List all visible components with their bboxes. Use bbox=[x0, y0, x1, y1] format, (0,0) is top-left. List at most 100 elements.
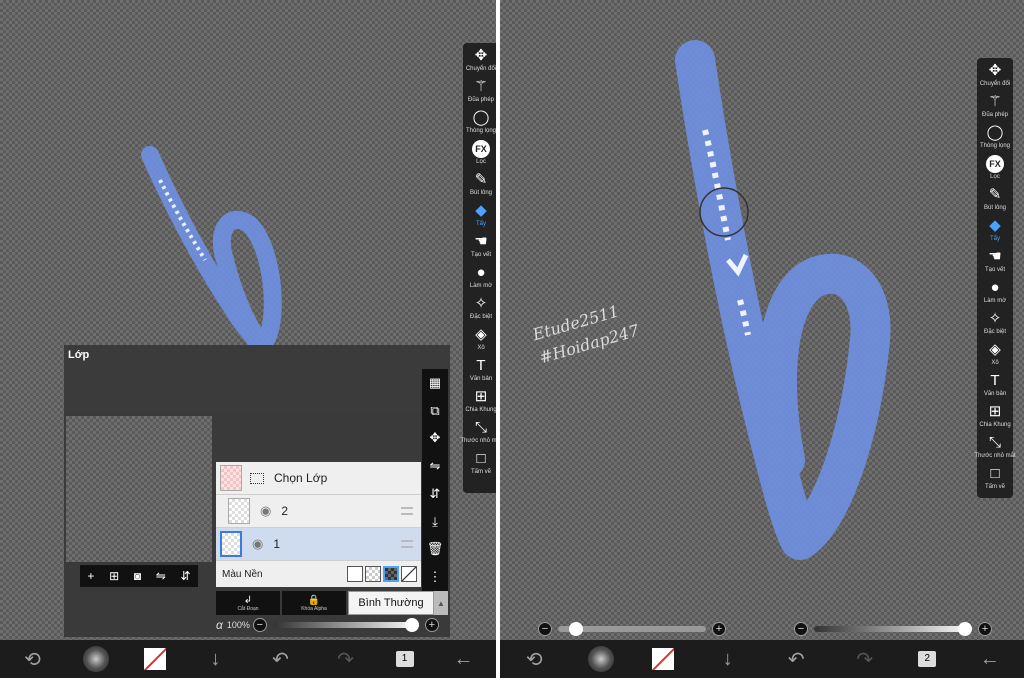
special-tool[interactable]: ✧ Đặc biệt bbox=[463, 295, 496, 326]
lock-icon: 🔒 bbox=[307, 594, 321, 606]
filter-icon: FX bbox=[472, 140, 490, 158]
layers-count[interactable]: 2 bbox=[918, 651, 937, 667]
canvas-tool[interactable]: □ Tấm vẽ bbox=[463, 450, 496, 481]
transform-icon[interactable]: ⧉ bbox=[430, 403, 439, 419]
move-icon[interactable]: ✥ bbox=[430, 430, 441, 446]
brush-opacity-slider-knob[interactable] bbox=[958, 622, 972, 636]
layer-row[interactable]: ◉ 1 bbox=[216, 528, 421, 561]
magic-wand-tool-label: Đũa phép bbox=[467, 97, 495, 103]
chevron-up-icon[interactable]: ▲ bbox=[434, 591, 448, 615]
eyedropper-tool[interactable]: ⤡ Thước nhỏ mắt bbox=[974, 434, 1015, 465]
camera-icon[interactable]: ◙ bbox=[134, 569, 141, 583]
eye-icon[interactable]: ◉ bbox=[252, 536, 263, 552]
eraser-tool[interactable]: ◆ Tẩy bbox=[463, 202, 496, 233]
smudge-tool[interactable]: ☚ Tạo vết bbox=[977, 248, 1013, 279]
blur-tool[interactable]: ● Làm mờ bbox=[977, 279, 1013, 310]
eyedropper-icon: ⤡ bbox=[988, 434, 1001, 451]
filter-tool-label: Lọc bbox=[476, 159, 486, 165]
move-tool[interactable]: ✥ Chuyển đổi bbox=[463, 47, 496, 78]
filter-tool[interactable]: FX Lọc bbox=[977, 155, 1013, 186]
fill-tool[interactable]: ◈ Xô bbox=[463, 326, 496, 357]
minus-icon[interactable]: − bbox=[794, 622, 808, 636]
select-layer-label: Chọn Lớp bbox=[274, 471, 328, 485]
background-none-swatch[interactable] bbox=[401, 566, 417, 582]
fill-tool[interactable]: ◈ Xô bbox=[977, 341, 1013, 372]
text-tool[interactable]: T Văn bản bbox=[977, 372, 1013, 403]
filter-tool-label: Lọc bbox=[990, 174, 1000, 180]
flip-horizontal-icon[interactable]: ⇋ bbox=[156, 569, 166, 583]
merge-down-icon[interactable]: ⤓ bbox=[432, 514, 438, 530]
checker-icon[interactable]: ▦ bbox=[429, 375, 441, 391]
flip-vertical-icon[interactable]: ⇵ bbox=[430, 486, 441, 502]
layer-panel-title: Lớp bbox=[68, 349, 90, 361]
background-checker-swatch[interactable] bbox=[365, 566, 381, 582]
special-tool[interactable]: ✧ Đặc biệt bbox=[977, 310, 1013, 341]
frame-tool[interactable]: ⊞ Chia Khung bbox=[977, 403, 1013, 434]
brush-tool[interactable]: ✎ Bút lông bbox=[463, 171, 496, 202]
move-icon: ✥ bbox=[474, 47, 488, 64]
background-dark-checker-swatch[interactable] bbox=[383, 566, 399, 582]
blur-tool[interactable]: ● Làm mờ bbox=[463, 264, 496, 295]
fill-icon: ◈ bbox=[475, 326, 487, 343]
minus-icon[interactable]: − bbox=[538, 622, 552, 636]
opacity-slider-knob[interactable] bbox=[404, 618, 419, 632]
filter-tool[interactable]: FX Lọc bbox=[463, 140, 496, 171]
drag-handle-icon[interactable] bbox=[401, 507, 413, 515]
undo-icon[interactable]: ↶ bbox=[781, 647, 811, 672]
eyedropper-tool[interactable]: ⤡ Thước nhỏ mắt bbox=[460, 419, 496, 450]
layers-count[interactable]: 1 bbox=[395, 651, 414, 667]
drawing-canvas[interactable]: Etude2511 #Hoidap247 bbox=[500, 0, 1024, 640]
color-swatch[interactable] bbox=[143, 648, 166, 670]
plus-icon[interactable]: + bbox=[424, 618, 439, 632]
frame-tool-label: Chia Khung bbox=[465, 407, 496, 413]
lasso-tool[interactable]: ◯ Thòng lọng bbox=[463, 109, 496, 140]
drag-handle-icon[interactable] bbox=[401, 540, 413, 548]
back-icon[interactable]: ← bbox=[975, 648, 1005, 671]
brush-icon: ✎ bbox=[474, 171, 488, 188]
color-swatch[interactable] bbox=[652, 648, 675, 670]
brush-size-icon[interactable] bbox=[587, 646, 614, 672]
move-tool[interactable]: ✥ Chuyển đổi bbox=[977, 62, 1013, 93]
arrow-down-icon[interactable]: ↓ bbox=[713, 648, 743, 671]
quick-menu-icon[interactable]: ⟲ bbox=[519, 647, 549, 672]
magic-wand-tool[interactable]: ⚚ Đũa phép bbox=[463, 78, 496, 109]
minus-icon[interactable]: − bbox=[252, 618, 267, 632]
text-tool[interactable]: T Văn bản bbox=[463, 357, 496, 388]
fill-tool-label: Xô bbox=[991, 360, 999, 366]
add-layer-icon[interactable]: + bbox=[87, 569, 94, 583]
plus-icon[interactable]: + bbox=[712, 622, 726, 636]
select-layer-row[interactable]: Chọn Lớp bbox=[216, 462, 421, 495]
opacity-slider[interactable] bbox=[272, 618, 419, 632]
canvas-tool[interactable]: □ Tấm vẽ bbox=[977, 465, 1013, 496]
frame-tool[interactable]: ⊞ Chia Khung bbox=[463, 388, 496, 419]
brush-size-icon[interactable] bbox=[82, 646, 109, 672]
redo-icon[interactable]: ↷ bbox=[331, 647, 361, 672]
background-white-swatch[interactable] bbox=[347, 566, 363, 582]
layer-row[interactable]: ◉ 2 bbox=[216, 495, 421, 528]
text-tool-label: Văn bản bbox=[983, 391, 1007, 397]
flip-horizontal-icon[interactable]: ⇋ bbox=[430, 458, 441, 474]
back-icon[interactable]: ← bbox=[449, 648, 479, 671]
eraser-tool[interactable]: ◆ Tẩy bbox=[977, 217, 1013, 248]
smudge-tool[interactable]: ☚ Tạo vết bbox=[463, 233, 496, 264]
brush-size-slider[interactable] bbox=[558, 622, 706, 636]
magic-wand-tool[interactable]: ⚚ Đũa phép bbox=[977, 93, 1013, 124]
blend-mode-select[interactable]: Bình Thường bbox=[348, 591, 434, 615]
more-icon[interactable]: ⋮ bbox=[429, 569, 442, 585]
eye-icon[interactable]: ◉ bbox=[260, 503, 271, 519]
alpha-lock-button[interactable]: 🔒 Khóa Alpha bbox=[282, 591, 346, 615]
brush-opacity-slider[interactable] bbox=[814, 622, 972, 636]
quick-menu-icon[interactable]: ⟲ bbox=[18, 647, 48, 672]
brush-size-slider-knob[interactable] bbox=[568, 622, 583, 636]
plus-icon[interactable]: + bbox=[978, 622, 992, 636]
trash-icon[interactable]: 🗑 bbox=[427, 541, 444, 557]
add-layer-box-icon[interactable]: ⊞ bbox=[109, 569, 119, 583]
bottom-toolbar: ⟲ ↓ ↶ ↷ 2 ← bbox=[500, 640, 1024, 678]
redo-icon[interactable]: ↷ bbox=[850, 647, 880, 672]
brush-tool[interactable]: ✎ Bút lông bbox=[977, 186, 1013, 217]
arrow-down-icon[interactable]: ↓ bbox=[201, 648, 231, 671]
clip-button[interactable]: ↲ Cắt Đoạn bbox=[216, 591, 280, 615]
flip-vertical-icon[interactable]: ⇵ bbox=[181, 569, 191, 583]
lasso-tool[interactable]: ◯ Thòng lọng bbox=[977, 124, 1013, 155]
undo-icon[interactable]: ↶ bbox=[266, 647, 296, 672]
